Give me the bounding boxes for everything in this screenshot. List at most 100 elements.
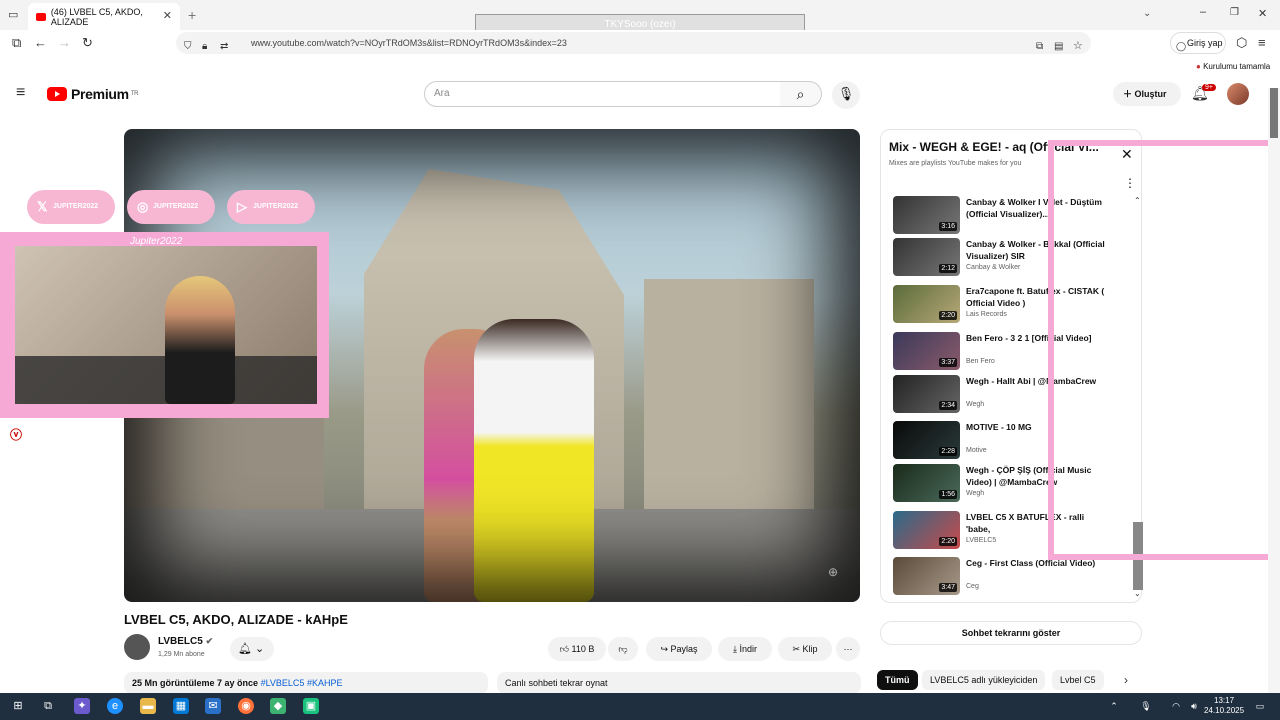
lock-icon[interactable]: 🔒︎ <box>202 36 207 58</box>
list-item[interactable]: 2:12 Canbay & Wolker - Bakkal (Official … <box>893 238 1133 282</box>
video-thumbnail: 2:12 <box>893 238 960 276</box>
close-tab-icon[interactable]: ✕ <box>163 9 172 22</box>
list-item[interactable]: 2:34 Wegh - Hallt Abi | @MambaCrew Wegh <box>893 375 1133 419</box>
chip-all[interactable]: Tümü <box>877 670 918 690</box>
obs-icon[interactable]: ▣ <box>303 698 319 714</box>
firefox-icon[interactable]: ◉ <box>238 698 254 714</box>
like-count: 110 B <box>571 644 595 654</box>
reader-view-icon[interactable]: ▤ <box>1054 36 1063 58</box>
permissions-icon[interactable]: ⇄ <box>220 36 228 58</box>
notification-center-icon[interactable]: ▭ <box>1252 698 1268 714</box>
minimize-icon[interactable]: – <box>1200 6 1206 18</box>
file-explorer-icon[interactable]: ▬ <box>140 698 156 714</box>
bookmark-star-icon[interactable]: ☆ <box>1073 35 1083 57</box>
channel-watermark-icon[interactable]: ⊕ <box>828 565 838 579</box>
browser-menu-icon[interactable]: ≡ <box>1258 35 1266 50</box>
scroll-down-icon[interactable]: ⌄ <box>1134 589 1141 598</box>
video-thumbnail: 3:16 <box>893 196 960 234</box>
shield-icon[interactable]: ⛉ <box>184 36 192 58</box>
address-bar[interactable]: ⛉ 🔒︎ ⇄ www.youtube.com/watch?v=NOyrTRdOM… <box>176 32 1091 54</box>
youtube-logo[interactable]: Premium TR <box>47 86 139 102</box>
guide-menu-icon[interactable]: ≡ <box>16 84 25 102</box>
windows-taskbar: ⊞ ⧉ ✦ e ▬ ▦ ✉ ◉ ◆ ▣ ⌃ 🎙︎ ◠ 🔊︎ 13:17 24.1… <box>0 693 1280 720</box>
description-box[interactable]: 25 Mn görüntüleme 7 ay önce #LVBELC5 #KA… <box>124 672 488 694</box>
hashtags[interactable]: #LVBELC5 #KAHPE <box>261 678 343 688</box>
voice-search-button[interactable]: 🎙︎ <box>832 81 860 109</box>
scroll-up-icon[interactable]: ⌃ <box>1134 196 1141 205</box>
list-item[interactable]: 3:16 Canbay & Wolker I Velet - Düştüm (O… <box>893 196 1133 240</box>
list-item-channel: Ceg <box>966 583 979 590</box>
search-placeholder: Ara <box>434 88 450 99</box>
window-close-icon[interactable]: ✕ <box>1258 7 1267 20</box>
system-tray-chevron-icon[interactable]: ⌃ <box>1106 698 1122 714</box>
chevron-right-icon[interactable]: › <box>1124 673 1128 687</box>
duration-badge: 3:37 <box>939 358 957 367</box>
wifi-icon[interactable]: ◠ <box>1168 698 1184 714</box>
upload-age: 7 ay önce <box>217 678 259 688</box>
copilot-icon[interactable]: ✦ <box>74 698 90 714</box>
close-icon[interactable]: ✕ <box>1121 146 1133 163</box>
workspaces-icon[interactable]: ▭ <box>8 8 18 21</box>
share-button[interactable]: ↪ Paylaş <box>646 637 712 661</box>
download-button[interactable]: ⤓ İndir <box>718 637 772 661</box>
video-thumbnail: 2:20 <box>893 511 960 549</box>
signin-button[interactable]: ◯ Giriş yap <box>1170 32 1226 54</box>
plus-icon: ＋ <box>1123 89 1135 99</box>
volume-icon[interactable]: 🔊︎ <box>1186 698 1202 714</box>
live-chat-replay-bar[interactable]: Canlı sohbeti tekrar oynat <box>497 672 861 694</box>
duration-badge: 2:28 <box>939 447 957 456</box>
playlist-title[interactable]: Mix - WEGH & EGE! - aq (Official Vi... <box>889 140 1099 154</box>
subscription-bell-button[interactable]: 🔔︎ ⌄ <box>230 637 274 661</box>
page-scrollbar-thumb[interactable] <box>1270 88 1278 138</box>
list-item[interactable]: 2:20 LVBEL C5 X BATUFLEX - ralli 'babe, … <box>893 511 1133 555</box>
mic-tray-icon[interactable]: 🎙︎ <box>1138 698 1154 714</box>
start-icon[interactable]: ⊞ <box>10 698 26 714</box>
reload-icon[interactable]: ↻ <box>82 35 93 51</box>
dislike-button[interactable]: 👎︎ <box>608 637 638 661</box>
chip-from-uploader[interactable]: LVBELC5 adlı yükleyiciden <box>922 670 1046 690</box>
setup-notice[interactable]: ● Kurulumu tamamla <box>1196 62 1270 71</box>
new-tab-icon[interactable]: + <box>188 7 196 23</box>
more-actions-button[interactable]: ⋯ <box>836 637 860 661</box>
list-item[interactable]: 3:47 Ceg - First Class (Official Video) … <box>893 557 1133 601</box>
social-x-pill: 𝕏 JUPITER2022 <box>27 190 115 224</box>
picture-in-picture-icon[interactable]: ⧉ <box>1036 36 1043 58</box>
like-button[interactable]: 👍︎ 110 B <box>548 637 606 661</box>
create-button[interactable]: ＋ Oluştur <box>1113 82 1181 106</box>
list-item-channel: LVBELC5 <box>966 537 997 544</box>
back-icon[interactable]: ← <box>34 35 47 50</box>
list-item[interactable]: 1:56 Wegh - ÇÖP ŞİŞ (Official Music Vide… <box>893 464 1133 508</box>
vertical-more-icon[interactable]: ⋮ <box>1124 176 1136 190</box>
playlist-scrollbar[interactable] <box>1133 522 1143 590</box>
mail-icon[interactable]: ✉ <box>205 698 221 714</box>
list-item-title: Wegh - Hallt Abi | @MambaCrew <box>966 376 1097 386</box>
logo-region: TR <box>130 91 139 97</box>
sidebar-toggle-icon[interactable]: ⧉ <box>12 35 21 51</box>
clock-time: 13:17 <box>1214 696 1235 705</box>
restore-icon[interactable]: ❐ <box>1230 7 1239 18</box>
list-item[interactable]: 3:37 Ben Fero - 3 2 1 [Official Video] B… <box>893 332 1133 376</box>
search-button[interactable]: ⌕ <box>780 81 822 107</box>
search-icon: ⌕ <box>796 86 805 102</box>
avatar[interactable] <box>1227 83 1249 105</box>
list-item[interactable]: 2:20 Era7capone ft. Batuflex - CISTAK ( … <box>893 285 1133 329</box>
video-thumbnail: 3:47 <box>893 557 960 595</box>
channel-avatar[interactable] <box>124 634 150 660</box>
list-item[interactable]: 2:28 MOTIVE - 10 MG Motive <box>893 421 1133 465</box>
taskbar-clock[interactable]: 13:17 24.10.2025 <box>1204 696 1244 716</box>
chip-lvbel[interactable]: Lvbel C5 <box>1052 670 1104 690</box>
extensions-icon[interactable]: ⬡ <box>1236 35 1247 51</box>
page-scrollbar[interactable] <box>1268 88 1280 693</box>
forward-icon[interactable]: → <box>58 35 71 50</box>
task-view-icon[interactable]: ⧉ <box>40 698 56 714</box>
show-chat-replay-button[interactable]: Sohbet tekrarını göster <box>880 621 1142 645</box>
store-icon[interactable]: ▦ <box>173 698 189 714</box>
list-item-channel: Canbay & Wolker <box>966 264 1021 271</box>
search-input[interactable]: Ara <box>424 81 781 107</box>
clip-button[interactable]: ✂ Klip <box>778 637 832 661</box>
browser-tab-active[interactable]: (46) LVBEL C5, AKDO, ALIZADE ✕ <box>28 3 180 30</box>
channel-name[interactable]: LVBELC5 ✔ <box>158 636 213 647</box>
tab-list-icon[interactable]: ⌄ <box>1143 8 1151 19</box>
edge-icon[interactable]: e <box>107 698 123 714</box>
app-icon[interactable]: ◆ <box>270 698 286 714</box>
